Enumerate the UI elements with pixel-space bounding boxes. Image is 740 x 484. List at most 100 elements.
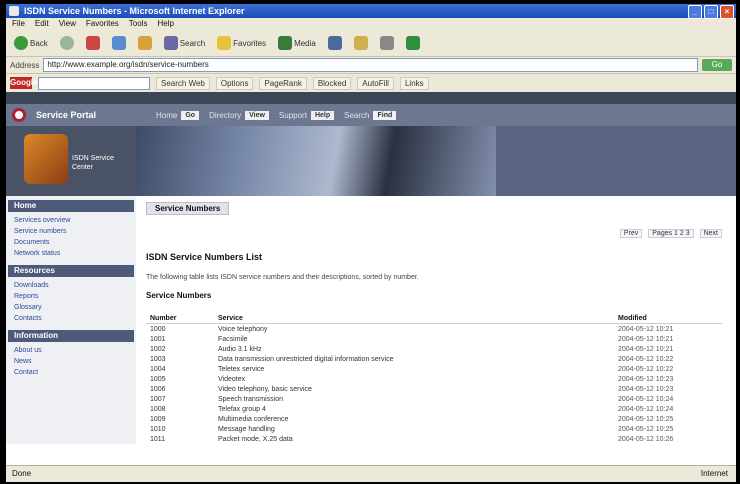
- sidebar-link[interactable]: About us: [6, 345, 136, 356]
- star-icon: [217, 36, 232, 50]
- cell-modified: 2004-05-12 10:21: [618, 325, 674, 333]
- menu-edit[interactable]: Edit: [35, 18, 49, 30]
- table-row: 1000 Voice telephony 2004-05-12 10:21: [146, 324, 722, 335]
- cell-modified: 2004-05-12 10:26: [618, 435, 674, 443]
- pager-next-link[interactable]: Next: [699, 229, 722, 238]
- history-button[interactable]: [324, 34, 346, 52]
- mail-button[interactable]: [350, 34, 372, 52]
- cell-service[interactable]: Voice telephony: [214, 324, 614, 335]
- forward-button[interactable]: [56, 34, 78, 52]
- cell-service[interactable]: Telefax group 4: [214, 404, 614, 414]
- table-row: 1005 Videotex 2004-05-12 10:23: [146, 374, 722, 384]
- site-logo-icon[interactable]: [12, 108, 26, 122]
- site-banner: ISDN Service Center: [6, 126, 736, 196]
- emblem-icon: [24, 134, 68, 184]
- sidebar-link[interactable]: Service numbers: [6, 226, 136, 237]
- address-input[interactable]: http://www.example.org/isdn/service-numb…: [43, 58, 698, 72]
- site-name[interactable]: Service Portal: [36, 110, 146, 120]
- sidebar-link[interactable]: Network status: [6, 248, 136, 259]
- cell-service[interactable]: Speech transmission: [214, 394, 614, 404]
- cell-service[interactable]: Facsimile: [214, 334, 614, 344]
- search-button[interactable]: Search: [160, 34, 209, 52]
- menu-favorites[interactable]: Favorites: [86, 18, 119, 30]
- back-button[interactable]: Back: [10, 34, 52, 52]
- cell-service[interactable]: Multimedia conference: [214, 414, 614, 424]
- toolbar-chip-options[interactable]: Options: [215, 76, 254, 90]
- pager-prev-link[interactable]: Prev: [619, 229, 643, 238]
- cell-service[interactable]: Video telephony, basic service: [214, 384, 614, 394]
- sidebar-link[interactable]: Downloads: [6, 280, 136, 291]
- column-header-number[interactable]: Number: [146, 314, 214, 324]
- address-label: Address: [10, 60, 40, 70]
- cell-modified: 2004-05-12 10:23: [618, 385, 674, 393]
- table-row: 1008 Telefax group 4 2004-05-12 10:24: [146, 404, 722, 414]
- menu-tools[interactable]: Tools: [129, 18, 148, 30]
- tab-service-numbers[interactable]: Service Numbers: [146, 202, 230, 215]
- column-header-service[interactable]: Service: [214, 314, 614, 324]
- cell-service[interactable]: Message handling: [214, 424, 614, 434]
- sidebar-link[interactable]: News: [6, 356, 136, 367]
- toolbar-chip-autofill[interactable]: AutoFill: [357, 76, 394, 90]
- table-header-row: Number Service Modified: [146, 314, 722, 324]
- cell-number: 1004: [150, 365, 166, 373]
- cell-service[interactable]: Audio 3.1 kHz: [214, 344, 614, 354]
- column-header-modified[interactable]: Modified: [614, 314, 722, 324]
- cell-number: 1007: [150, 395, 166, 403]
- google-search-input[interactable]: [38, 76, 150, 90]
- cell-service[interactable]: Videotex: [214, 374, 614, 384]
- cell-number: 1005: [150, 375, 166, 383]
- back-arrow-icon: [14, 36, 28, 50]
- maximize-button[interactable]: □: [704, 5, 718, 19]
- page-title: ISDN Service Numbers List: [146, 252, 263, 262]
- table-row: 1002 Audio 3.1 kHz 2004-05-12 10:21: [146, 344, 722, 354]
- menu-help[interactable]: Help: [157, 18, 173, 30]
- menu-file[interactable]: File: [12, 18, 25, 30]
- sidebar-link[interactable]: Contact: [6, 367, 136, 378]
- page-body: Home Services overview Service numbers D…: [6, 196, 736, 444]
- sidebar-heading-information: Information: [8, 330, 134, 342]
- sidebar-link[interactable]: Contacts: [6, 313, 136, 324]
- sidebar-link[interactable]: Glossary: [6, 302, 136, 313]
- nav-item-support[interactable]: Support Help: [279, 110, 335, 120]
- stop-icon: [85, 36, 100, 50]
- go-button[interactable]: Go: [702, 59, 732, 71]
- close-button[interactable]: ×: [720, 5, 734, 19]
- toolbar-chip-pagerank[interactable]: PageRank: [259, 76, 307, 90]
- cell-service[interactable]: Data transmission unrestricted digital i…: [214, 354, 614, 364]
- sidebar-link[interactable]: Services overview: [6, 215, 136, 226]
- stop-button[interactable]: [82, 34, 104, 52]
- cell-number: 1000: [150, 325, 166, 333]
- cell-service[interactable]: Teletex service: [214, 364, 614, 374]
- table-row: 1009 Multimedia conference 2004-05-12 10:2…: [146, 414, 722, 424]
- sidebar-link[interactable]: Reports: [6, 291, 136, 302]
- table-row: 1007 Speech transmission 2004-05-12 10:24: [146, 394, 722, 404]
- google-logo[interactable]: Google: [10, 77, 38, 89]
- sidebar-link[interactable]: Documents: [6, 237, 136, 248]
- cell-number: 1003: [150, 355, 166, 363]
- nav-item-home[interactable]: Home Go: [156, 110, 200, 120]
- refresh-icon: [111, 36, 126, 50]
- minimize-button[interactable]: _: [688, 5, 702, 19]
- menu-view[interactable]: View: [59, 18, 76, 30]
- window-controls: _ □ ×: [688, 5, 734, 19]
- printer-icon: [379, 36, 394, 50]
- favorites-button[interactable]: Favorites: [213, 34, 270, 52]
- toolbar-chip-search-web[interactable]: Search Web: [156, 76, 210, 90]
- status-bar: Done Internet: [6, 465, 736, 482]
- pager: Prev Pages 1 2 3 Next: [146, 229, 722, 238]
- print-button[interactable]: [376, 34, 398, 52]
- messenger-button[interactable]: [402, 34, 424, 52]
- refresh-button[interactable]: [108, 34, 130, 52]
- nav-item-search[interactable]: Search Find: [344, 110, 397, 120]
- section-heading: Service Numbers: [146, 291, 212, 300]
- cell-modified: 2004-05-12 10:21: [618, 345, 674, 353]
- toolbar-chip-blocked[interactable]: Blocked: [312, 76, 352, 90]
- cell-modified: 2004-05-12 10:22: [618, 355, 674, 363]
- media-button[interactable]: Media: [274, 34, 320, 52]
- nav-item-directory[interactable]: Directory View: [209, 110, 269, 120]
- toolbar-chip-links[interactable]: Links: [399, 76, 429, 90]
- home-button[interactable]: [134, 34, 156, 52]
- cell-service[interactable]: Packet mode, X.25 data: [214, 434, 614, 444]
- cell-modified: 2004-05-12 10:22: [618, 365, 674, 373]
- pager-pages-link[interactable]: Pages 1 2 3: [648, 229, 694, 238]
